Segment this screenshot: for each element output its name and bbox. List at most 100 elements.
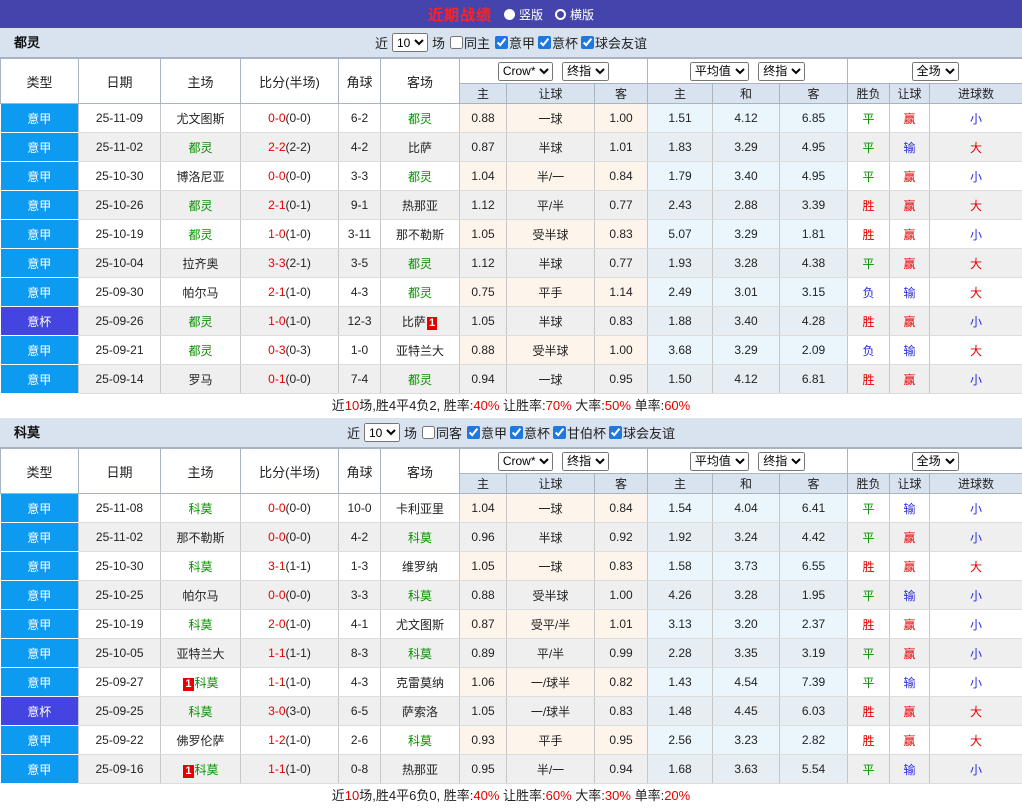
average-select[interactable]: 平均值 bbox=[690, 452, 749, 471]
league-checkbox[interactable] bbox=[609, 426, 622, 439]
league-checkbox[interactable] bbox=[495, 36, 508, 49]
col-type: 类型 bbox=[1, 59, 79, 104]
scope-select[interactable]: 全场 bbox=[912, 452, 959, 471]
bookmaker-select[interactable]: Crow* bbox=[498, 62, 553, 81]
handicap-result-cell: 赢 bbox=[890, 249, 930, 278]
euro-draw-odds-cell: 4.45 bbox=[713, 697, 780, 726]
average-select[interactable]: 平均值 bbox=[690, 62, 749, 81]
col-away: 客场 bbox=[381, 59, 460, 104]
league-type-cell: 意甲 bbox=[1, 162, 79, 191]
euro-draw-odds-cell: 2.88 bbox=[713, 191, 780, 220]
radio-unselected-icon bbox=[555, 9, 566, 20]
red-card-badge: 1 bbox=[183, 765, 193, 778]
final-index-select[interactable]: 终指 bbox=[562, 62, 609, 81]
summary-part: 40% bbox=[473, 398, 499, 413]
same-venue-checkbox[interactable] bbox=[422, 426, 435, 439]
euro-away-odds-cell: 4.38 bbox=[780, 249, 848, 278]
league-filter[interactable]: 意杯 bbox=[507, 423, 550, 442]
league-checkbox[interactable] bbox=[510, 426, 523, 439]
home-team-cell: 亚特兰大 bbox=[161, 639, 241, 668]
subcol-goals: 进球数 bbox=[930, 474, 1022, 494]
asian-away-odds-cell: 0.94 bbox=[595, 755, 648, 784]
league-checkbox[interactable] bbox=[538, 36, 551, 49]
league-filter[interactable]: 球会友谊 bbox=[578, 33, 647, 52]
league-filter[interactable]: 意杯 bbox=[535, 33, 578, 52]
summary-part: 让胜率: bbox=[499, 788, 545, 803]
subcol-euro-home: 主 bbox=[648, 84, 713, 104]
col-away: 客场 bbox=[381, 449, 460, 494]
handicap-cell: 半球 bbox=[507, 523, 595, 552]
score-cell: 0-0(0-0) bbox=[241, 104, 339, 133]
asian-odds-group: Crow* 终指 bbox=[460, 59, 648, 84]
euro-away-odds-cell: 6.81 bbox=[780, 365, 848, 394]
league-filters: 意甲意杯球会友谊 bbox=[492, 33, 647, 52]
goals-result-cell: 小 bbox=[930, 639, 1022, 668]
asian-away-odds-cell: 0.77 bbox=[595, 249, 648, 278]
team-name-text: 帕尔马 bbox=[182, 286, 218, 300]
corner-cell: 4-1 bbox=[339, 610, 381, 639]
results-table: 类型 日期 主场 比分(半场) 角球 客场 Crow* 终指 平均值 终指 全场 bbox=[0, 448, 1022, 784]
handicap-result-cell: 赢 bbox=[890, 697, 930, 726]
bookmaker-select[interactable]: Crow* bbox=[498, 452, 553, 471]
subcol-draw: 和 bbox=[713, 474, 780, 494]
result-cell: 胜 bbox=[848, 552, 890, 581]
rounds-select[interactable]: 10 bbox=[392, 33, 428, 52]
final-index-select-2[interactable]: 终指 bbox=[758, 452, 805, 471]
summary-part: 大率: bbox=[572, 788, 605, 803]
asian-odds-group: Crow* 终指 bbox=[460, 449, 648, 474]
scope-select[interactable]: 全场 bbox=[912, 62, 959, 81]
league-filter[interactable]: 意甲 bbox=[492, 33, 535, 52]
corner-cell: 4-2 bbox=[339, 523, 381, 552]
horizontal-radio[interactable]: 横版 bbox=[555, 6, 594, 23]
euro-home-odds-cell: 3.68 bbox=[648, 336, 713, 365]
same-venue-filter[interactable]: 同客 bbox=[419, 423, 462, 442]
euro-home-odds-cell: 1.92 bbox=[648, 523, 713, 552]
asian-away-odds-cell: 1.00 bbox=[595, 581, 648, 610]
result-cell: 负 bbox=[848, 336, 890, 365]
euro-draw-odds-cell: 3.20 bbox=[713, 610, 780, 639]
asian-home-odds-cell: 0.96 bbox=[460, 523, 507, 552]
league-type-cell: 意甲 bbox=[1, 104, 79, 133]
asian-away-odds-cell: 1.14 bbox=[595, 278, 648, 307]
match-row: 意甲25-10-19科莫2-0(1-0)4-1尤文图斯0.87受平/半1.013… bbox=[1, 610, 1022, 639]
score-cell: 2-1(0-1) bbox=[241, 191, 339, 220]
score-cell: 0-3(0-3) bbox=[241, 336, 339, 365]
league-filter[interactable]: 甘伯杯 bbox=[550, 423, 606, 442]
home-team-cell: 罗马 bbox=[161, 365, 241, 394]
euro-away-odds-cell: 6.55 bbox=[780, 552, 848, 581]
col-score: 比分(半场) bbox=[241, 59, 339, 104]
asian-away-odds-cell: 0.83 bbox=[595, 307, 648, 336]
goals-result-cell: 小 bbox=[930, 220, 1022, 249]
league-checkbox[interactable] bbox=[467, 426, 480, 439]
league-checkbox[interactable] bbox=[581, 36, 594, 49]
league-filter[interactable]: 意甲 bbox=[464, 423, 507, 442]
league-type-cell: 意甲 bbox=[1, 668, 79, 697]
rounds-select[interactable]: 10 bbox=[364, 423, 400, 442]
same-venue-label: 同主 bbox=[464, 33, 490, 52]
team-name-text: 克雷莫纳 bbox=[396, 676, 444, 690]
vertical-radio[interactable]: 竖版 bbox=[504, 6, 543, 23]
handicap-result-cell: 赢 bbox=[890, 523, 930, 552]
euro-draw-odds-cell: 3.24 bbox=[713, 523, 780, 552]
goals-result-cell: 小 bbox=[930, 365, 1022, 394]
same-venue-filter[interactable]: 同主 bbox=[447, 33, 490, 52]
euro-draw-odds-cell: 3.28 bbox=[713, 249, 780, 278]
fulltime-score: 1-1 bbox=[268, 762, 285, 776]
euro-away-odds-cell: 4.42 bbox=[780, 523, 848, 552]
team-name-text: 科莫 bbox=[195, 676, 219, 690]
same-venue-checkbox[interactable] bbox=[450, 36, 463, 49]
asian-away-odds-cell: 0.83 bbox=[595, 220, 648, 249]
goals-result-cell: 大 bbox=[930, 697, 1022, 726]
final-index-select[interactable]: 终指 bbox=[562, 452, 609, 471]
col-type: 类型 bbox=[1, 449, 79, 494]
date-cell: 25-11-08 bbox=[79, 494, 161, 523]
league-filter[interactable]: 球会友谊 bbox=[606, 423, 675, 442]
team-name-text: 亚特兰大 bbox=[396, 344, 444, 358]
asian-away-odds-cell: 0.95 bbox=[595, 365, 648, 394]
result-cell: 平 bbox=[848, 581, 890, 610]
final-index-select-2[interactable]: 终指 bbox=[758, 62, 805, 81]
home-team-cell: 都灵 bbox=[161, 336, 241, 365]
result-group: 全场 bbox=[848, 59, 1022, 84]
league-label: 球会友谊 bbox=[623, 423, 675, 442]
league-checkbox[interactable] bbox=[553, 426, 566, 439]
